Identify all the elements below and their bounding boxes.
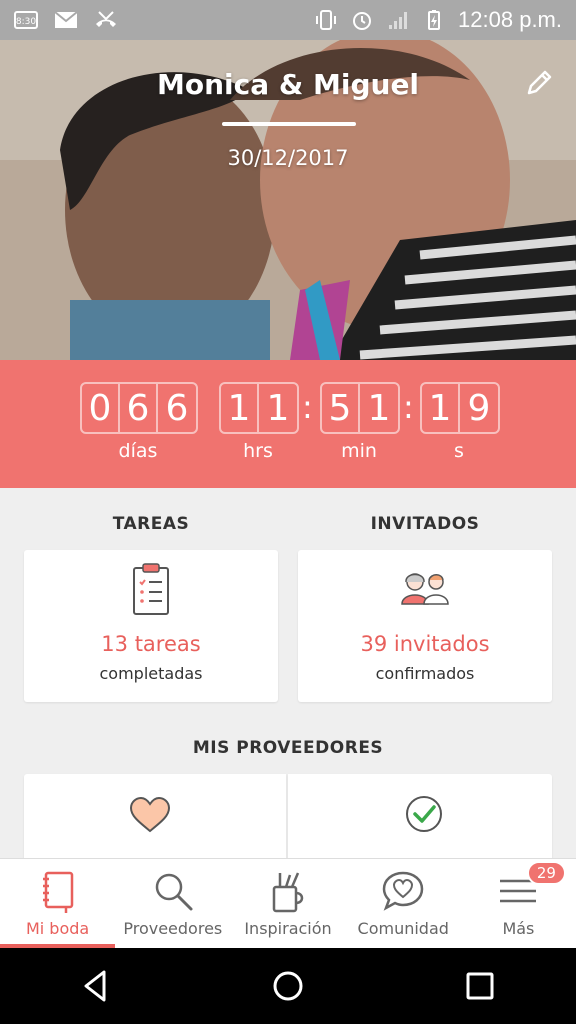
wedding-date: 30/12/2017 xyxy=(227,146,349,170)
digit: 6 xyxy=(165,387,189,429)
couple-names: Monica & Miguel xyxy=(156,68,420,101)
countdown-minutes: 5 1 xyxy=(320,382,400,434)
nav-label: Proveedores xyxy=(123,919,223,938)
digit: 1 xyxy=(266,387,290,429)
vibrate-icon xyxy=(316,10,337,30)
digit: 5 xyxy=(322,384,360,432)
checkmark-icon xyxy=(406,796,442,832)
heart-icon xyxy=(129,796,171,833)
nav-label: Mi boda xyxy=(25,919,90,938)
nav-proveedores[interactable]: Proveedores xyxy=(115,859,230,948)
system-navigation-bar xyxy=(0,948,576,1024)
countdown-hours: 1 1 xyxy=(219,382,299,434)
status-time: 12:08 p.m. xyxy=(458,7,562,32)
chat-heart-icon xyxy=(382,871,424,911)
nav-comunidad[interactable]: Comunidad xyxy=(346,859,461,948)
guests-count: 39 invitados xyxy=(360,632,490,656)
couple-photo-header: Monica & Miguel 30/12/2017 xyxy=(0,40,576,360)
recents-icon[interactable] xyxy=(462,968,498,1004)
alarm-icon xyxy=(353,12,372,30)
status-bar: 8:30 12:08 p.m. xyxy=(0,0,576,40)
nav-label: Más xyxy=(502,919,535,938)
countdown-seconds: 1 9 xyxy=(420,382,500,434)
tools-cup-icon xyxy=(272,872,304,913)
vendors-favorites-card[interactable] xyxy=(24,774,286,864)
vendors-booked-card[interactable] xyxy=(288,774,552,864)
weather-icon: 8:30 xyxy=(14,11,38,29)
nav-inspiracion[interactable]: Inspiración xyxy=(230,859,345,948)
tasks-count: 13 tareas xyxy=(101,632,201,656)
gmail-icon xyxy=(54,11,78,28)
digit: 1 xyxy=(422,384,460,432)
minutes-label: min xyxy=(341,440,377,462)
tasks-sub: completadas xyxy=(99,664,203,683)
digit: 9 xyxy=(467,387,491,429)
home-icon[interactable] xyxy=(270,968,306,1004)
digit: 1 xyxy=(221,384,259,432)
clipboard-icon xyxy=(133,563,169,615)
nav-label: Comunidad xyxy=(357,919,449,938)
title-divider xyxy=(222,122,356,126)
battery-icon xyxy=(428,10,441,30)
digit: 6 xyxy=(120,384,158,432)
notification-badge: 29 xyxy=(526,861,566,885)
vendors-title: MIS PROVEEDORES xyxy=(192,738,384,758)
separator: : xyxy=(403,388,414,426)
countdown-days: 0 6 6 xyxy=(80,382,198,434)
bottom-navigation: Mi boda Proveedores Inspiración Comunida… xyxy=(0,858,576,948)
hours-label: hrs xyxy=(243,440,273,462)
nav-mi-boda[interactable]: Mi boda xyxy=(0,859,116,948)
back-icon[interactable] xyxy=(78,968,114,1004)
tasks-card[interactable]: 13 tareas completadas xyxy=(24,550,278,702)
tasks-title: TAREAS xyxy=(112,514,190,534)
wedding-countdown: 0 6 6 1 1 : 5 1 : 1 9 días hrs min s xyxy=(0,360,576,488)
separator: : xyxy=(302,388,313,426)
digit: 0 xyxy=(82,384,120,432)
svg-text:8:30: 8:30 xyxy=(16,17,36,27)
signal-icon xyxy=(389,12,408,29)
guests-card[interactable]: 39 invitados confirmados xyxy=(298,550,552,702)
couple-guests-icon xyxy=(401,573,449,605)
missed-call-icon xyxy=(96,11,116,27)
digit: 1 xyxy=(367,387,391,429)
guests-title: INVITADOS xyxy=(370,514,480,534)
edit-pencil-icon[interactable] xyxy=(524,68,554,98)
days-label: días xyxy=(118,440,158,462)
nav-label: Inspiración xyxy=(244,919,332,938)
guests-sub: confirmados xyxy=(375,664,475,683)
search-icon xyxy=(155,873,193,911)
nav-mas[interactable]: 29 Más xyxy=(461,859,576,948)
notebook-icon xyxy=(42,871,73,913)
seconds-label: s xyxy=(454,440,464,462)
